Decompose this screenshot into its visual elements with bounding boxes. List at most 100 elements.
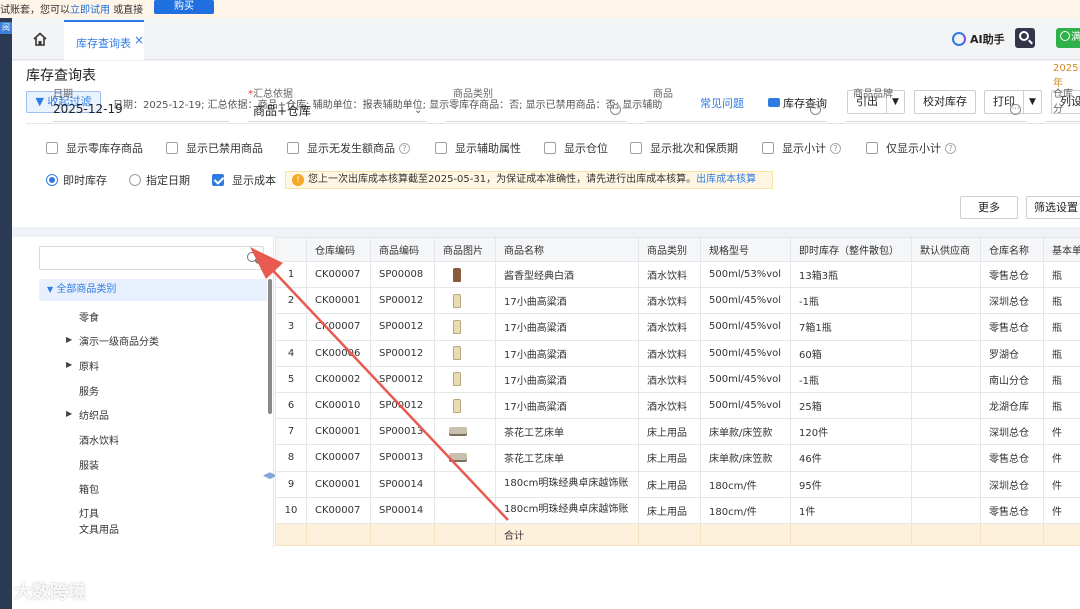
warehouse-category-label: 仓库分: [1053, 89, 1073, 115]
product-image[interactable]: [434, 260, 496, 289]
show-cost-checkbox[interactable]: 显示成本: [212, 172, 276, 188]
column-header[interactable]: 即时库存（整件散包）: [790, 237, 912, 262]
column-header[interactable]: 规格型号: [700, 237, 791, 262]
tab-bar: 库存查询表 × AI助手 满意: [12, 18, 1080, 60]
more-icon[interactable]: ···: [1010, 104, 1021, 115]
tree-node-root[interactable]: ▼ 全部商品类别: [39, 279, 267, 301]
filter-settings-button[interactable]: 筛选设置: [1026, 196, 1080, 219]
tree-node[interactable]: 服装: [79, 457, 99, 472]
caret-right-icon[interactable]: ▶: [66, 409, 72, 418]
product-image[interactable]: [434, 418, 496, 446]
product-image[interactable]: [434, 496, 496, 524]
table-row[interactable]: 2 CK00001 SP00012 17小曲高粱酒 酒水饮料 500ml/45%vol -…: [275, 287, 1080, 315]
table-row[interactable]: 7 CK00001 SP00013 茶花工艺床单 床上用品 床单款/床笠款 120件 深圳总…: [275, 418, 1080, 446]
zero-stock-checkbox[interactable]: 显示零库存商品: [46, 140, 143, 156]
date-field[interactable]: 2025-12-19: [53, 102, 123, 116]
product-label: 商品: [653, 89, 673, 100]
nav-tag[interactable]: 阅: [0, 22, 12, 34]
bottle-image: [453, 267, 461, 282]
help-icon[interactable]: ?: [399, 142, 410, 154]
more-icon[interactable]: ···: [610, 104, 621, 115]
more-icon[interactable]: ···: [810, 104, 821, 115]
tree-node[interactable]: 纺织品: [79, 407, 109, 422]
try-now-link[interactable]: 立即试用: [70, 5, 110, 16]
column-header[interactable]: 仓库名称: [980, 237, 1044, 262]
more-button[interactable]: 更多: [960, 196, 1018, 219]
product-image[interactable]: [434, 339, 496, 367]
global-search-button[interactable]: [1015, 28, 1035, 48]
product-image[interactable]: [434, 365, 496, 393]
tree-search-input[interactable]: [39, 246, 264, 270]
table-row[interactable]: 10 CK00007 SP00014 180cm明珠经典卓床越饰账 床上用品 180cm…: [275, 496, 1080, 524]
column-header[interactable]: 基本单: [1043, 237, 1080, 262]
help-icon[interactable]: ?: [830, 142, 841, 154]
warning-icon: !: [292, 174, 304, 186]
tree-node[interactable]: 演示一级商品分类: [79, 333, 159, 348]
chevron-down-icon[interactable]: ▼: [1023, 91, 1041, 113]
product-image[interactable]: [434, 444, 496, 472]
tree-node[interactable]: 文具用品: [79, 521, 119, 536]
search-icon: [1019, 31, 1029, 41]
warehouse-field[interactable]: [1046, 121, 1080, 122]
home-icon[interactable]: [32, 32, 48, 46]
table-row[interactable]: 9 CK00001 SP00014 180cm明珠经典卓床越饰账 床上用品 180cm/…: [275, 470, 1080, 498]
check-circle-icon: [1060, 31, 1070, 41]
caret-right-icon[interactable]: ▶: [66, 360, 72, 369]
tree-scrollbar[interactable]: [268, 279, 272, 414]
table-row[interactable]: 4 CK00006 SP00012 17小曲高粱酒 酒水饮料 500ml/45%vol 6…: [275, 339, 1080, 367]
filter-icon: ▼: [35, 95, 48, 108]
product-field[interactable]: [646, 121, 826, 122]
column-header[interactable]: 商品图片: [434, 237, 496, 262]
column-header[interactable]: 仓库编码: [306, 237, 371, 262]
column-header[interactable]: 商品类别: [638, 237, 701, 262]
realtime-stock-radio[interactable]: 即时库存: [46, 172, 107, 188]
table-row[interactable]: 8 CK00007 SP00013 茶花工艺床单 床上用品 床单款/床笠款 46件 零售总仓…: [275, 444, 1080, 472]
cost-calc-link[interactable]: 出库成本核算: [696, 174, 756, 185]
location-checkbox[interactable]: 显示仓位: [544, 140, 608, 156]
chevron-down-icon[interactable]: ⌄: [414, 105, 422, 116]
product-image[interactable]: [434, 287, 496, 315]
product-image[interactable]: [434, 470, 496, 498]
tab-stock-query[interactable]: 库存查询表 ×: [64, 20, 144, 60]
ai-assistant[interactable]: AI助手: [952, 31, 1005, 47]
specified-date-radio[interactable]: 指定日期: [129, 172, 190, 188]
product-image[interactable]: [434, 391, 496, 420]
satisfaction-button[interactable]: 满意: [1056, 28, 1080, 48]
buy-button[interactable]: 购买: [154, 0, 214, 14]
column-header[interactable]: 商品名称: [495, 237, 639, 262]
disabled-checkbox[interactable]: 显示已禁用商品: [166, 140, 263, 156]
table-row[interactable]: 6 CK00010 SP00012 17小曲高粱酒 酒水饮料 500ml/45%vol 2…: [275, 391, 1080, 420]
tree-node[interactable]: 灯具: [79, 505, 99, 520]
tree-node[interactable]: 服务: [79, 383, 99, 398]
no-amount-checkbox[interactable]: 显示无发生额商品?: [287, 140, 410, 156]
group-by-select[interactable]: 商品+仓库: [253, 102, 311, 119]
brand-field[interactable]: [846, 121, 1026, 122]
table-row[interactable]: 1 CK00007 SP00008 酱香型经典白酒 酒水饮料 500ml/53%vol 1…: [275, 260, 1080, 289]
date-label: 日期: [53, 89, 73, 100]
check-stock-button[interactable]: 校对库存: [914, 90, 976, 114]
group-by-underline: [248, 121, 426, 122]
column-header[interactable]: 默认供应商: [911, 237, 981, 262]
product-image[interactable]: [434, 313, 496, 341]
caret-down-icon[interactable]: ▼: [47, 285, 53, 294]
faq-link[interactable]: 常见问题: [700, 95, 744, 111]
batch-checkbox[interactable]: 显示批次和保质期: [630, 140, 738, 156]
table-row[interactable]: 5 CK00002 SP00012 17小曲高粱酒 酒水饮料 500ml/45%vol -…: [275, 365, 1080, 393]
tree-node[interactable]: 酒水饮料: [79, 432, 119, 447]
close-icon[interactable]: ×: [134, 33, 144, 47]
aux-attr-checkbox[interactable]: 显示辅助属性: [435, 140, 521, 156]
subtotal-checkbox[interactable]: 显示小计?: [762, 140, 841, 156]
only-subtotal-checkbox[interactable]: 仅显示小计?: [866, 140, 956, 156]
watermark: 大数跨境: [14, 582, 86, 603]
column-header[interactable]: 商品编码: [370, 237, 435, 262]
table-row[interactable]: 3 CK00007 SP00012 17小曲高粱酒 酒水饮料 500ml/45%vol 7…: [275, 313, 1080, 341]
tree-node[interactable]: 零食: [79, 309, 99, 324]
table-header: 仓库编码 商品编码 商品图片 商品名称 商品类别 规格型号 即时库存（整件散包）…: [275, 237, 1080, 262]
category-tree: ▼ 全部商品类别 零食 ▶ 演示一级商品分类 ▶ 原料 服务 ▶ 纺织品 酒水饮…: [26, 237, 274, 548]
date-underline: [53, 121, 229, 122]
category-field[interactable]: [446, 121, 626, 122]
tree-node[interactable]: 原料: [79, 358, 99, 373]
help-icon[interactable]: ?: [945, 142, 956, 154]
tree-node[interactable]: 箱包: [79, 481, 99, 496]
caret-right-icon[interactable]: ▶: [66, 335, 72, 344]
